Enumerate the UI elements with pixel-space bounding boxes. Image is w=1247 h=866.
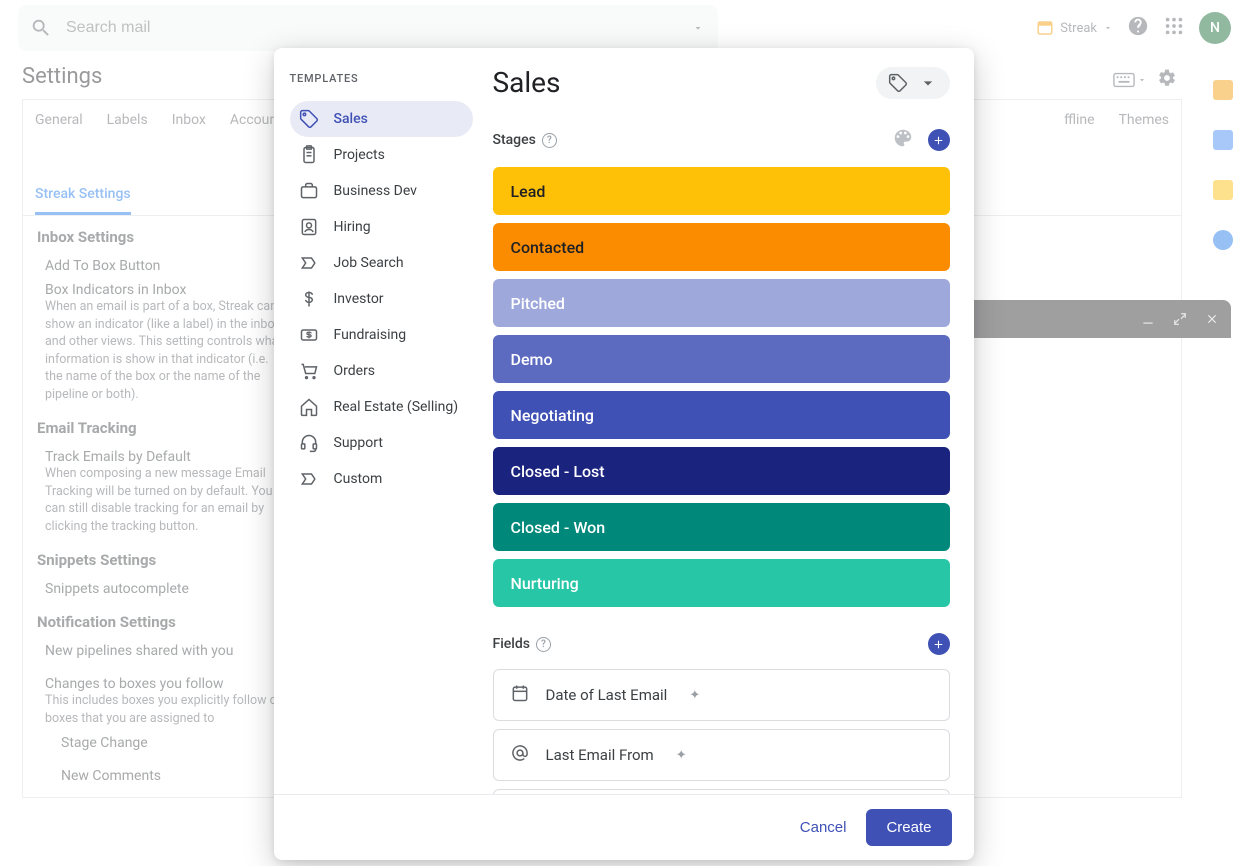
template-content: Sales Stages ? [473, 48, 974, 794]
templates-sidebar: TEMPLATES Sales Projects Business Dev Hirin… [274, 48, 473, 794]
arrow-icon [298, 469, 320, 489]
tag-icon [298, 109, 320, 129]
template-item-label: Real Estate (Selling) [334, 399, 459, 415]
template-item-label: Projects [334, 147, 385, 163]
stages-label: Stages ? [493, 132, 557, 148]
template-item-label: Orders [334, 363, 376, 379]
fields-label: Fields ? [493, 636, 551, 652]
home-icon [298, 397, 320, 417]
dollar-box-icon [298, 325, 320, 345]
stage-contacted[interactable]: Contacted [493, 223, 950, 271]
badge-icon [298, 217, 320, 237]
arrow-icon [298, 253, 320, 273]
template-item-sales[interactable]: Sales [290, 101, 473, 137]
field-date-of-last-email[interactable]: Date of Last Email ✦ [493, 669, 950, 721]
templates-header: TEMPLATES [290, 72, 473, 85]
cart-icon [298, 361, 320, 381]
stage-pitched[interactable]: Pitched [493, 279, 950, 327]
template-modal: TEMPLATES Sales Projects Business Dev Hirin… [274, 48, 974, 860]
dollar-icon [298, 289, 320, 309]
template-item-orders[interactable]: Orders [290, 353, 473, 389]
stage-lead[interactable]: Lead [493, 167, 950, 215]
template-item-label: Business Dev [334, 183, 417, 199]
create-button[interactable]: Create [866, 809, 951, 846]
modal-footer: Cancel Create [274, 794, 974, 860]
field-label: Date of Last Email [546, 686, 668, 704]
at-icon [510, 743, 530, 767]
template-title: Sales [493, 66, 561, 99]
stage-demo[interactable]: Demo [493, 335, 950, 383]
template-item-label: Custom [334, 471, 383, 487]
template-item-projects[interactable]: Projects [290, 137, 473, 173]
field-label: Last Email From [546, 746, 654, 764]
template-item-support[interactable]: Support [290, 425, 473, 461]
briefcase-icon [298, 181, 320, 201]
stage-closed-won[interactable]: Closed - Won [493, 503, 950, 551]
template-item-label: Job Search [334, 255, 404, 271]
field-lead-source[interactable]: Lead Source [493, 789, 950, 794]
tag-icon [888, 73, 908, 93]
template-item-job-search[interactable]: Job Search [290, 245, 473, 281]
modal-backdrop: TEMPLATES Sales Projects Business Dev Hirin… [0, 0, 1247, 866]
template-item-hiring[interactable]: Hiring [290, 209, 473, 245]
template-item-label: Fundraising [334, 327, 407, 343]
template-item-investor[interactable]: Investor [290, 281, 473, 317]
chevron-down-icon [918, 73, 938, 93]
help-icon[interactable]: ? [542, 133, 557, 148]
headset-icon [298, 433, 320, 453]
calendar-icon [510, 683, 530, 707]
help-icon[interactable]: ? [536, 637, 551, 652]
magic-icon: ✦ [676, 748, 687, 763]
magic-icon: ✦ [689, 688, 700, 703]
tag-selector[interactable] [876, 67, 950, 99]
template-item-label: Sales [334, 111, 368, 127]
template-item-fundraising[interactable]: Fundraising [290, 317, 473, 353]
template-item-label: Hiring [334, 219, 371, 235]
stage-negotiating[interactable]: Negotiating [493, 391, 950, 439]
template-item-label: Support [334, 435, 383, 451]
clipboard-icon [298, 145, 320, 165]
stage-nurturing[interactable]: Nurturing [493, 559, 950, 607]
template-item-business-dev[interactable]: Business Dev [290, 173, 473, 209]
stage-closed-lost[interactable]: Closed - Lost [493, 447, 950, 495]
field-last-email-from[interactable]: Last Email From ✦ [493, 729, 950, 781]
add-stage-button[interactable] [928, 129, 950, 151]
cancel-button[interactable]: Cancel [800, 819, 847, 836]
template-item-custom[interactable]: Custom [290, 461, 473, 497]
add-field-button[interactable] [928, 633, 950, 655]
template-item-label: Investor [334, 291, 384, 307]
template-item-real-estate-selling-[interactable]: Real Estate (Selling) [290, 389, 473, 425]
palette-button[interactable] [892, 127, 914, 153]
